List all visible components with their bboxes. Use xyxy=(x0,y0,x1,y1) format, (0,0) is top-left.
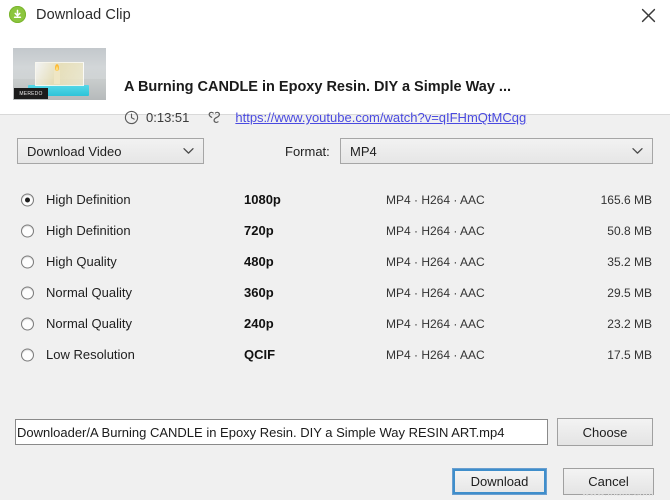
quality-row[interactable]: Low Resolution QCIF MP4 · H264 · AAC 17.5 M… xyxy=(0,339,670,370)
dialog-footer: Download Cancel www.inam.com xyxy=(0,462,670,500)
quality-codec: MP4 · H264 · AAC xyxy=(386,192,485,207)
quality-resolution: 240p xyxy=(244,316,274,331)
quality-label: High Definition xyxy=(46,223,131,238)
quality-radio[interactable] xyxy=(21,193,34,206)
save-path-value: Downloader/A Burning CANDLE in Epoxy Res… xyxy=(17,424,505,440)
video-url-link[interactable]: https://www.youtube.com/watch?v=qIFHmQtM… xyxy=(235,110,526,125)
quality-label: High Definition xyxy=(46,192,131,207)
quality-row[interactable]: Normal Quality 240p MP4 · H264 · AAC 23.2 M… xyxy=(0,308,670,339)
quality-label: Normal Quality xyxy=(46,285,132,300)
link-chain-icon xyxy=(207,110,221,125)
selector-row: Download Video Format: MP4 xyxy=(0,130,670,172)
video-info-strip: MEREDO A Burning CANDLE in Epoxy Resin. … xyxy=(0,29,670,125)
title-bar: Download Clip xyxy=(0,0,670,29)
window-title: Download Clip xyxy=(36,6,131,23)
quality-label: Low Resolution xyxy=(46,347,135,362)
quality-row[interactable]: High Quality 480p MP4 · H264 · AAC 35.2 MB xyxy=(0,246,670,277)
quality-label: Normal Quality xyxy=(46,316,132,331)
quality-radio[interactable] xyxy=(21,317,34,330)
quality-codec: MP4 · H264 · AAC xyxy=(386,223,485,238)
quality-filesize: 23.2 MB xyxy=(607,316,652,331)
quality-row[interactable]: Normal Quality 360p MP4 · H264 · AAC 29.5 M… xyxy=(0,277,670,308)
quality-filesize: 50.8 MB xyxy=(607,223,652,238)
quality-filesize: 29.5 MB xyxy=(607,285,652,300)
thumbnail-watermark-badge: MEREDO xyxy=(14,88,48,99)
quality-codec: MP4 · H264 · AAC xyxy=(386,285,485,300)
quality-filesize: 165.6 MB xyxy=(600,192,652,207)
quality-codec: MP4 · H264 · AAC xyxy=(386,316,485,331)
format-label: Format: xyxy=(285,144,330,159)
format-dropdown[interactable]: MP4 xyxy=(340,138,653,164)
format-value: MP4 xyxy=(350,143,377,159)
page-watermark: www.inam.com xyxy=(581,488,654,499)
download-mode-value: Download Video xyxy=(27,143,122,159)
save-path-input[interactable]: Downloader/A Burning CANDLE in Epoxy Res… xyxy=(15,419,548,445)
quality-codec: MP4 · H264 · AAC xyxy=(386,254,485,269)
chevron-down-icon xyxy=(183,148,194,155)
quality-row[interactable]: High Definition 720p MP4 · H264 · AAC 50.8 … xyxy=(0,215,670,246)
quality-row[interactable]: High Definition 1080p MP4 · H264 · AAC 165.… xyxy=(0,184,670,215)
video-duration: 0:13:51 xyxy=(146,110,190,125)
quality-filesize: 35.2 MB xyxy=(607,254,652,269)
quality-radio[interactable] xyxy=(21,286,34,299)
thumbnail-watermark-text: MEREDO xyxy=(19,90,43,97)
quality-radio[interactable] xyxy=(21,224,34,237)
close-icon[interactable] xyxy=(634,3,662,27)
quality-resolution: 480p xyxy=(244,254,274,269)
quality-codec: MP4 · H264 · AAC xyxy=(386,347,485,362)
chevron-down-icon xyxy=(632,148,643,155)
clock-icon xyxy=(124,110,139,125)
thumbnail-candle xyxy=(53,69,61,85)
quality-resolution: 720p xyxy=(244,223,274,238)
quality-resolution: 360p xyxy=(244,285,274,300)
quality-options-list: High Definition 1080p MP4 · H264 · AAC 165.… xyxy=(0,184,670,370)
video-title: A Burning CANDLE in Epoxy Resin. DIY a S… xyxy=(124,79,511,95)
download-button[interactable]: Download xyxy=(452,468,547,495)
quality-resolution: QCIF xyxy=(244,347,276,362)
download-arrow-icon xyxy=(9,6,26,23)
save-path-row: Downloader/A Burning CANDLE in Epoxy Res… xyxy=(0,416,670,448)
quality-radio[interactable] xyxy=(21,255,34,268)
video-thumbnail: MEREDO xyxy=(13,48,106,100)
download-mode-dropdown[interactable]: Download Video xyxy=(17,138,204,164)
choose-button[interactable]: Choose xyxy=(557,418,653,446)
video-meta-row: 0:13:51 https://www.youtube.com/watch?v=… xyxy=(124,110,526,125)
quality-radio[interactable] xyxy=(21,348,34,361)
quality-label: High Quality xyxy=(46,254,117,269)
quality-filesize: 17.5 MB xyxy=(607,347,652,362)
quality-resolution: 1080p xyxy=(244,192,281,207)
download-clip-dialog: Download Clip MEREDO A Burning CANDLE in… xyxy=(0,0,670,500)
